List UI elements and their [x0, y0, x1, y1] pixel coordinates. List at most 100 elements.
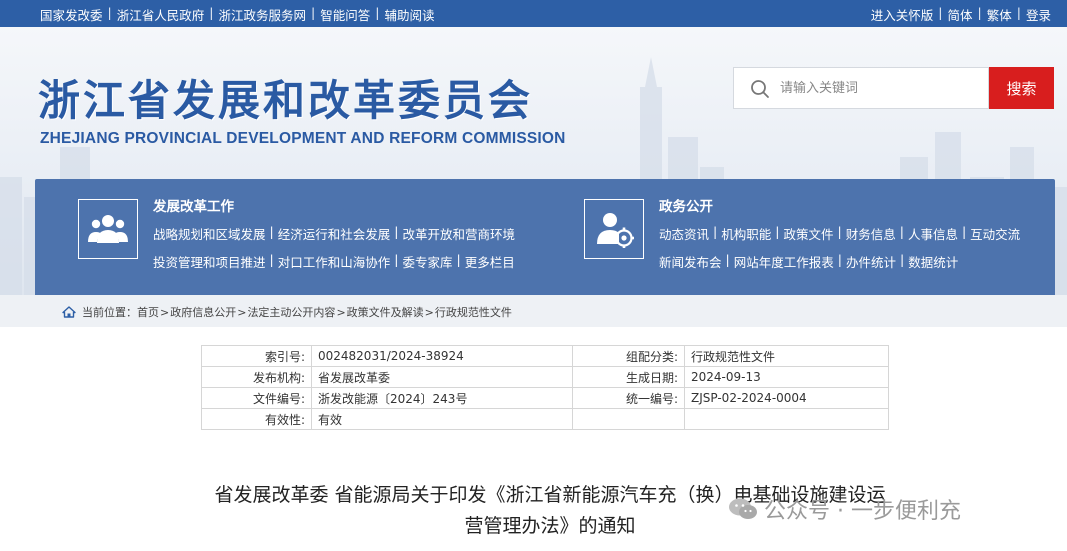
- nav-panel: 发展改革工作 战略规划和区域发展 | 经济运行和社会发展 | 改革开放和营商环境 投…: [35, 179, 1055, 295]
- nav-link[interactable]: 对口工作和山海协作: [278, 252, 391, 271]
- nav-reform-title[interactable]: 发展改革工作: [153, 195, 234, 215]
- watermark-text: 公众号 · 一步便利充: [764, 499, 961, 524]
- top-links-right: 进入关怀版 | 简体 | 繁体 | 登录: [871, 5, 1051, 24]
- link-care-version[interactable]: 进入关怀版: [871, 5, 934, 24]
- nav-link[interactable]: 改革开放和营商环境: [402, 224, 515, 243]
- nav-link[interactable]: 办件统计: [846, 252, 896, 271]
- breadcrumb: 当前位置： 首页 > 政府信息公开 > 法定主动公开内容 > 政策文件及解读 > 行政规…: [0, 295, 1067, 327]
- category-value: 行政规范性文件: [684, 345, 889, 367]
- empty-cell: [684, 408, 889, 430]
- link-assist-read[interactable]: 辅助阅读: [384, 5, 434, 24]
- date-value: 2024-09-13: [684, 366, 889, 388]
- nav-reform-line1: 战略规划和区域发展 | 经济运行和社会发展 | 改革开放和营商环境: [153, 224, 515, 243]
- divider: |: [310, 5, 316, 20]
- top-bar: 国家发改委 | 浙江省人民政府 | 浙江政务服务网 | 智能问答 | 辅助阅读 进入关怀…: [0, 0, 1067, 27]
- divider: |: [394, 224, 399, 239]
- index-label: 索引号:: [201, 345, 312, 367]
- index-value: 002482031/2024-38924: [311, 345, 573, 367]
- nav-link[interactable]: 新闻发布会: [659, 252, 722, 271]
- nav-gov-line1: 动态资讯 | 机构职能 | 政策文件 | 财务信息 | 人事信息 | 互动交流: [659, 224, 1020, 243]
- validity-label: 有效性:: [201, 408, 312, 430]
- link-ndrc[interactable]: 国家发改委: [40, 5, 103, 24]
- divider: |: [269, 252, 274, 267]
- site-title: 浙江省发展和改革委员会: [38, 76, 534, 125]
- breadcrumb-separator: >: [424, 305, 434, 319]
- breadcrumb-prefix: 当前位置：: [82, 306, 137, 319]
- category-label: 组配分类:: [572, 345, 685, 367]
- link-traditional[interactable]: 繁体: [987, 5, 1012, 24]
- divider: |: [209, 5, 214, 20]
- link-smart-qa[interactable]: 智能问答: [320, 5, 370, 24]
- home-icon: [62, 306, 76, 318]
- breadcrumb-separator: >: [336, 305, 346, 319]
- nav-link[interactable]: 互动交流: [970, 224, 1020, 243]
- divider: |: [837, 224, 842, 239]
- divider: |: [713, 224, 718, 239]
- divider: |: [899, 252, 905, 267]
- search-icon: [751, 80, 769, 98]
- docno-value: 浙发改能源〔2024〕243号: [311, 387, 573, 409]
- wechat-icon: [729, 498, 757, 519]
- publisher-value: 省发展改革委: [311, 366, 573, 388]
- site-title-english: ZHEJIANG PROVINCIAL DEVELOPMENT AND REFO…: [40, 130, 566, 147]
- divider: |: [775, 224, 780, 239]
- search-input[interactable]: [780, 76, 980, 100]
- nav-link[interactable]: 机构职能: [721, 224, 771, 243]
- breadcrumb-inner: 当前位置： 首页 > 政府信息公开 > 法定主动公开内容 > 政策文件及解读 > 行政规…: [62, 304, 512, 320]
- divider: |: [899, 224, 904, 239]
- search-box: [733, 67, 989, 109]
- nav-link[interactable]: 经济运行和社会发展: [278, 224, 391, 243]
- people-icon: [78, 199, 138, 259]
- nav-reform-line2: 投资管理和项目推进 | 对口工作和山海协作 | 委专家库 | 更多栏目: [153, 252, 515, 271]
- divider: |: [837, 252, 842, 267]
- nav-gov-line2: 新闻发布会 | 网站年度工作报表 | 办件统计 | 数据统计: [659, 252, 958, 271]
- table-row: 文件编号: 浙发改能源〔2024〕243号 统一编号: ZJSP-02-2024…: [201, 387, 889, 409]
- nav-link[interactable]: 网站年度工作报表: [734, 252, 834, 271]
- search-bar: 搜索: [733, 67, 1054, 109]
- link-simplified[interactable]: 简体: [948, 5, 973, 24]
- unified-label: 统一编号:: [572, 387, 685, 409]
- breadcrumb-policy-docs[interactable]: 政策文件及解读: [347, 304, 424, 320]
- nav-link[interactable]: 财务信息: [846, 224, 896, 243]
- breadcrumb-gov-info[interactable]: 政府信息公开: [170, 304, 236, 320]
- table-row: 发布机构: 省发展改革委 生成日期: 2024-09-13: [201, 366, 889, 388]
- divider: |: [977, 5, 982, 20]
- divider: |: [375, 5, 380, 20]
- divider: |: [938, 5, 943, 20]
- watermark: 公众号 · 一步便利充: [728, 493, 961, 525]
- docno-label: 文件编号:: [201, 387, 312, 409]
- link-zj-gov[interactable]: 浙江省人民政府: [117, 5, 205, 24]
- link-zj-service[interactable]: 浙江政务服务网: [218, 5, 306, 24]
- nav-gov-title[interactable]: 政务公开: [659, 195, 713, 215]
- breadcrumb-home[interactable]: 首页: [137, 304, 159, 320]
- nav-link[interactable]: 政策文件: [783, 224, 833, 243]
- header-banner: 浙江省发展和改革委员会 ZHEJIANG PROVINCIAL DEVELOPM…: [0, 27, 1067, 295]
- breadcrumb-current[interactable]: 行政规范性文件: [435, 304, 512, 320]
- table-row: 有效性: 有效: [201, 408, 889, 430]
- nav-link[interactable]: 更多栏目: [465, 252, 515, 271]
- breadcrumb-separator: >: [237, 305, 247, 319]
- nav-link[interactable]: 战略规划和区域发展: [153, 224, 266, 243]
- nav-reform-work: 发展改革工作 战略规划和区域发展 | 经济运行和社会发展 | 改革开放和营商环境 投…: [35, 179, 535, 295]
- table-row: 索引号: 002482031/2024-38924 组配分类: 行政规范性文件: [201, 345, 889, 367]
- validity-value: 有效: [311, 408, 573, 430]
- link-login[interactable]: 登录: [1026, 5, 1051, 24]
- nav-link[interactable]: 数据统计: [908, 252, 958, 271]
- nav-link[interactable]: 委专家库: [402, 252, 452, 271]
- search-button[interactable]: 搜索: [989, 67, 1054, 109]
- top-links-left: 国家发改委 | 浙江省人民政府 | 浙江政务服务网 | 智能问答 | 辅助阅读: [40, 5, 434, 24]
- divider: |: [107, 5, 112, 20]
- nav-link[interactable]: 投资管理和项目推进: [153, 252, 266, 271]
- breadcrumb-legal-content[interactable]: 法定主动公开内容: [247, 304, 335, 320]
- nav-gov-affairs: 政务公开 动态资讯 | 机构职能 | 政策文件 | 财务信息 | 人事信息 | 互动交流 …: [535, 179, 1055, 295]
- breadcrumb-separator: >: [160, 305, 170, 319]
- date-label: 生成日期:: [572, 366, 685, 388]
- divider: |: [725, 252, 730, 267]
- empty-cell: [572, 408, 685, 430]
- nav-link[interactable]: 人事信息: [908, 224, 958, 243]
- publisher-label: 发布机构:: [201, 366, 312, 388]
- user-settings-icon: [584, 199, 644, 259]
- unified-value: ZJSP-02-2024-0004: [684, 387, 889, 409]
- divider: |: [456, 252, 461, 267]
- nav-link[interactable]: 动态资讯: [659, 224, 709, 243]
